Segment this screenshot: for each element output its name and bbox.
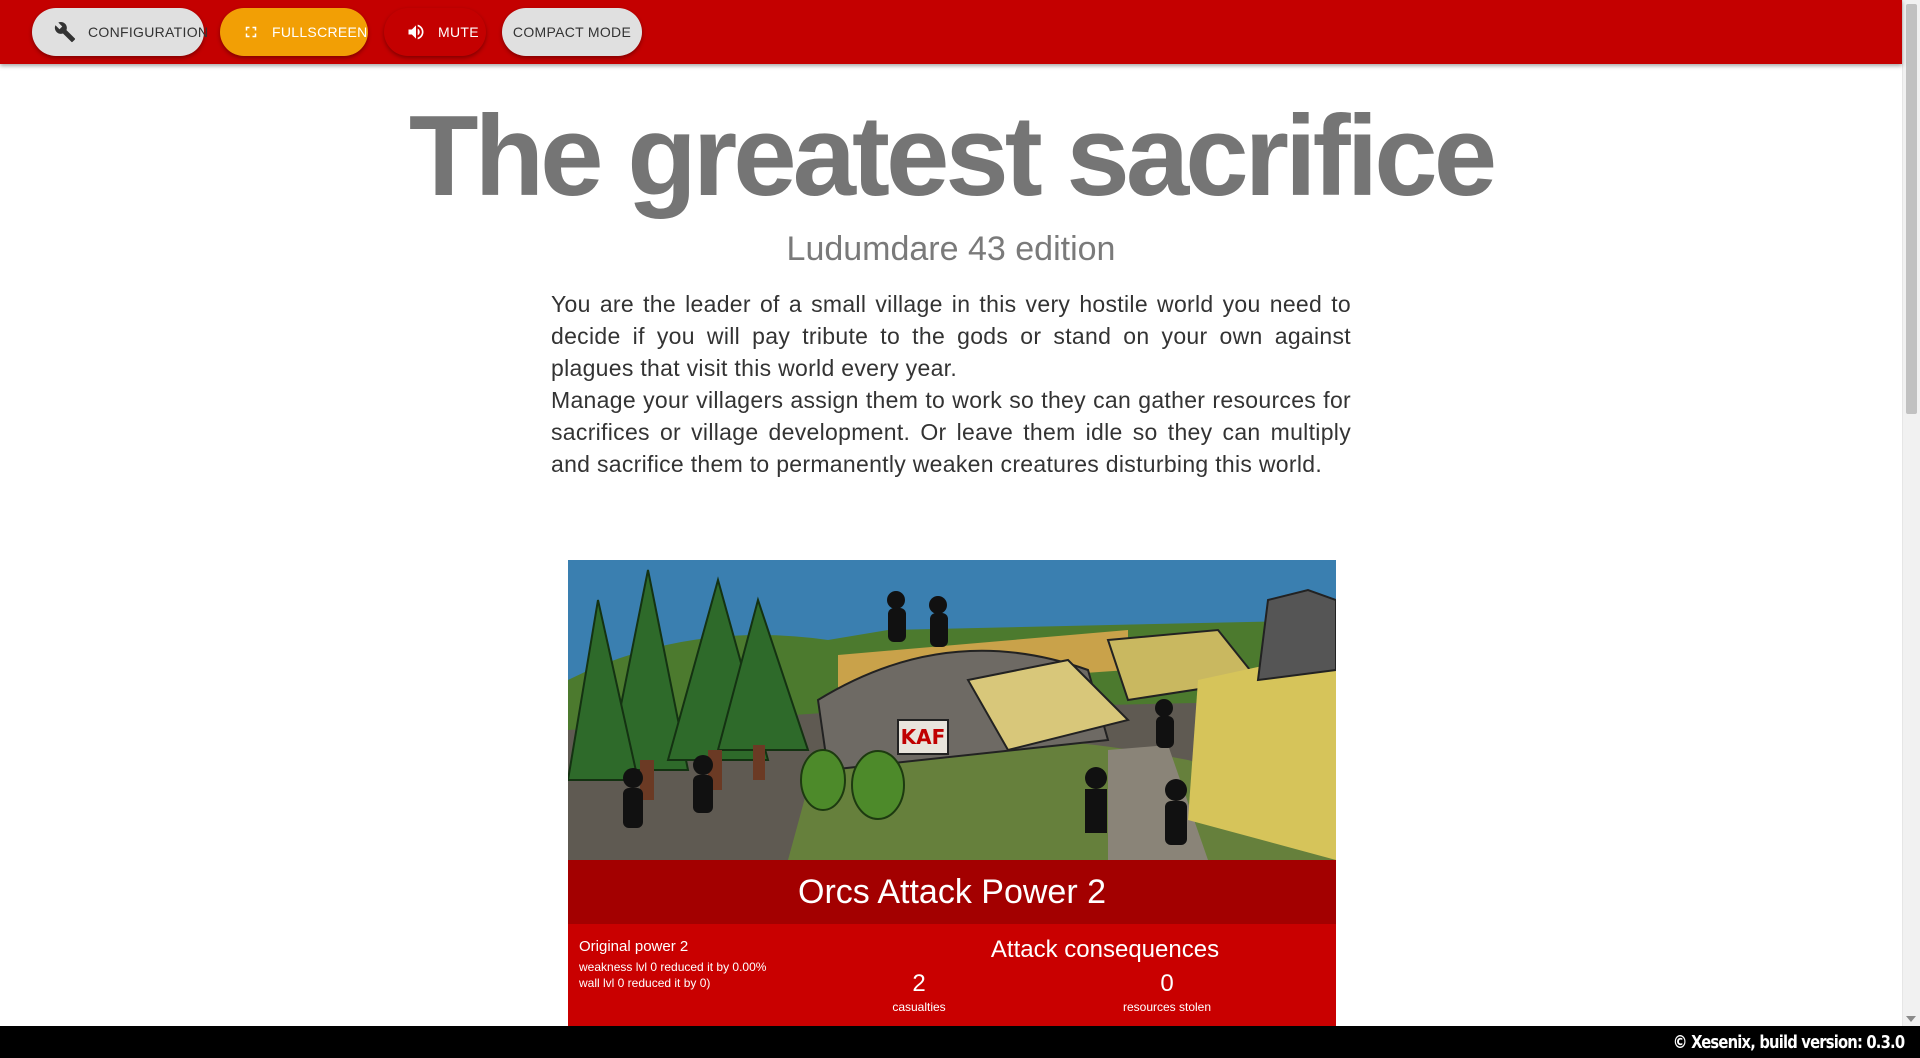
event-details: Original power 2 weakness lvl 0 reduced … <box>568 924 1336 1026</box>
footer-bar: © Xesenix, build version: 0.3.0 <box>0 1026 1920 1058</box>
top-toolbar: CONFIGURATION FULLSCREEN MUTE COMPACT MO… <box>0 0 1902 64</box>
configuration-label: CONFIGURATION <box>88 24 209 40</box>
page-subtitle: Ludumdare 43 edition <box>786 230 1116 268</box>
fullscreen-icon <box>242 21 260 43</box>
orc-attack-illustration: KAF <box>568 560 1336 860</box>
intro-text: You are the leader of a small village in… <box>551 288 1351 480</box>
volume-icon <box>406 21 426 43</box>
main-content: The greatest sacrifice Ludumdare 43 edit… <box>0 64 1902 1026</box>
sign-text: KAF <box>901 725 946 749</box>
intro-paragraph-2: Manage your villagers assign them to wor… <box>551 387 1351 477</box>
fullscreen-button[interactable]: FULLSCREEN <box>220 8 368 56</box>
event-title: Orcs Attack Power 2 <box>568 860 1336 924</box>
casualties-value: 2 <box>912 970 926 997</box>
scrollbar-thumb[interactable] <box>1906 4 1917 414</box>
resources-stolen-stat: 0 resources stolen <box>1067 970 1267 1016</box>
weakness-line: weakness lvl 0 reduced it by 0.00% <box>579 960 767 974</box>
event-card: KAF Orcs Attack Power 2 Original power 2… <box>568 560 1336 1026</box>
mute-label: MUTE <box>438 24 479 40</box>
scroll-down-arrow-icon[interactable] <box>1906 1016 1916 1022</box>
compact-mode-button[interactable]: COMPACT MODE <box>502 8 642 56</box>
intro-paragraph-1: You are the leader of a small village in… <box>551 291 1351 381</box>
fullscreen-label: FULLSCREEN <box>272 24 368 40</box>
casualties-label: casualties <box>892 1000 946 1014</box>
wall-line: wall lvl 0 reduced it by 0) <box>579 976 711 990</box>
mute-button[interactable]: MUTE <box>384 8 486 56</box>
compact-mode-label: COMPACT MODE <box>512 24 632 40</box>
original-power: Original power 2 <box>579 938 689 955</box>
resources-stolen-label: resources stolen <box>1122 1000 1212 1014</box>
configuration-button[interactable]: CONFIGURATION <box>32 8 208 56</box>
build-version-credit: © Xesenix, build version: 0.3.0 <box>1672 1032 1905 1053</box>
page-title: The greatest sacrifice <box>408 93 1497 220</box>
wrench-icon <box>54 21 76 43</box>
casualties-stat: 2 casualties <box>819 970 1019 1016</box>
page-scrollbar[interactable] <box>1902 0 1920 1026</box>
attack-consequences-title: Attack consequences <box>990 936 1220 963</box>
resources-stolen-value: 0 <box>1160 970 1174 997</box>
